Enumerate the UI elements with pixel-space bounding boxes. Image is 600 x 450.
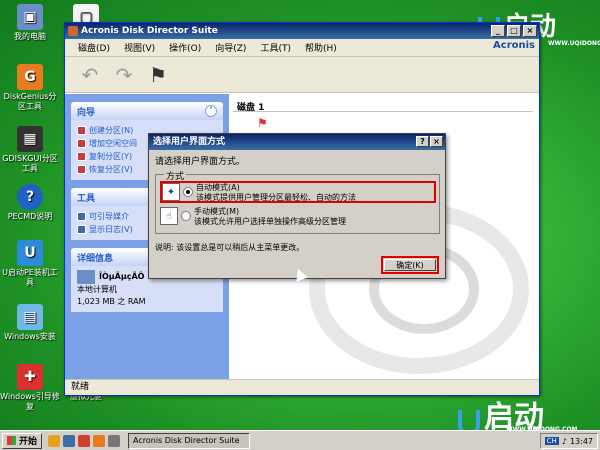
increase-space-icon bbox=[77, 139, 86, 148]
manual-mode-radio[interactable] bbox=[181, 211, 191, 221]
ok-highlight: 确定(K) bbox=[381, 256, 439, 274]
ok-button[interactable]: 确定(K) bbox=[384, 259, 436, 271]
dialog-title: 选择用户界面方式 bbox=[153, 137, 226, 147]
desktop-icon-label: 我的电脑 bbox=[14, 32, 46, 41]
windows-boot-repair-shortcut[interactable]: ✚ Windows引导修复 bbox=[0, 364, 60, 412]
tools-panel-title: 工具 bbox=[77, 193, 96, 204]
windows-flag-icon bbox=[7, 436, 16, 445]
my-computer-shortcut[interactable]: ▣ 我的电脑 bbox=[0, 4, 60, 42]
start-label: 开始 bbox=[19, 437, 38, 447]
windows-setup-icon: ▤ bbox=[17, 304, 43, 330]
computer-icon: ▣ bbox=[17, 4, 43, 30]
diskgenius-shortcut[interactable]: G DiskGenius分区工具 bbox=[0, 64, 60, 112]
task-label: 复制分区(Y) bbox=[89, 152, 133, 161]
help-button[interactable]: ? bbox=[416, 136, 429, 147]
close-button[interactable]: × bbox=[430, 136, 443, 147]
desktop-icon-label: Windows引导修复 bbox=[0, 392, 60, 411]
window-titlebar[interactable]: Acronis Disk Director Suite _ □ × bbox=[65, 23, 539, 39]
computer-type: 本地计算机 bbox=[77, 285, 117, 294]
taskbar-app-button[interactable]: Acronis Disk Director Suite bbox=[128, 432, 251, 449]
desktop-icon-label: Windows安装 bbox=[4, 332, 56, 341]
menu-view[interactable]: 视图(V) bbox=[119, 41, 160, 54]
uqidong-pe-shortcut[interactable]: U U启动PE装机工具 bbox=[0, 240, 60, 288]
minimize-button[interactable]: _ bbox=[491, 25, 505, 37]
computer-name: ÎÒµÄµçÄÔ bbox=[99, 272, 145, 281]
ram-info: 1,023 MB 之 RAM bbox=[77, 297, 146, 306]
gdiskgui-icon: ▦ bbox=[17, 126, 43, 152]
manual-mode-title: 手动模式(M) bbox=[194, 207, 240, 216]
auto-mode-icon: ✦ bbox=[162, 183, 180, 201]
disk-flag-icon: ⚑ bbox=[257, 116, 268, 130]
computer-icon bbox=[77, 270, 95, 284]
task-label: 创建分区(N) bbox=[89, 126, 134, 135]
pecmd-shortcut[interactable]: ? PECMD说明 bbox=[0, 184, 60, 222]
input-language[interactable]: CH bbox=[544, 437, 559, 445]
task-label: 恢复分区(V) bbox=[89, 165, 133, 174]
commit-flag-icon[interactable]: ⚑ bbox=[147, 64, 169, 86]
desktop-icon-label: U启动PE装机工具 bbox=[2, 268, 58, 287]
close-button[interactable]: × bbox=[523, 25, 537, 37]
desktop-icon-label: DiskGenius分区工具 bbox=[3, 92, 57, 111]
first-aid-icon: ✚ bbox=[17, 364, 43, 390]
bootable-media-icon bbox=[77, 212, 86, 221]
taskbar: 开始 Acronis Disk Director Suite CH ♪ 13:4… bbox=[0, 430, 600, 450]
copy-partition-icon bbox=[77, 152, 86, 161]
brand-url-top: WWW.UQIDONG.COM bbox=[548, 40, 600, 47]
diskgenius-icon[interactable] bbox=[93, 434, 106, 447]
menu-help[interactable]: 帮助(H) bbox=[300, 41, 342, 54]
toolbar: ↶ ↷ ⚑ bbox=[65, 57, 539, 93]
details-panel-title: 详细信息 bbox=[77, 253, 114, 264]
diskgenius-icon: G bbox=[17, 64, 43, 90]
maximize-button[interactable]: □ bbox=[507, 25, 521, 37]
task-label: 显示日志(V) bbox=[89, 225, 133, 234]
status-bar: 就绪 bbox=[65, 379, 539, 395]
auto-mode-title: 自动模式(A) bbox=[196, 183, 240, 192]
disk-tool-icon[interactable] bbox=[78, 434, 91, 447]
divider bbox=[233, 111, 533, 112]
ui-mode-dialog: 选择用户界面方式 ? × 请选择用户界面方式。 方式 ✦ 自动模式(A) 该模式… bbox=[148, 133, 446, 279]
drive-icon[interactable] bbox=[108, 434, 121, 447]
task-label: 可引导媒介 bbox=[89, 212, 129, 221]
speaker-icon[interactable]: ♪ bbox=[562, 437, 567, 446]
manual-mode-desc: 该模式允许用户选择单独操作高级分区管理 bbox=[194, 217, 346, 226]
help-icon: ? bbox=[17, 184, 43, 210]
auto-mode-option[interactable]: ✦ 自动模式(A) 该模式提供用户管理分区最轻松、自动的方法 bbox=[160, 181, 436, 203]
windows-install-shortcut[interactable]: ▤ Windows安装 bbox=[0, 304, 60, 342]
menu-tools[interactable]: 工具(T) bbox=[255, 41, 296, 54]
recover-partition-icon bbox=[77, 165, 86, 174]
wizard-panel-title: 向导 bbox=[77, 107, 96, 118]
clock: 13:47 bbox=[569, 436, 593, 446]
mode-group: 方式 ✦ 自动模式(A) 该模式提供用户管理分区最轻松、自动的方法 ☝ 手动模式… bbox=[155, 169, 440, 234]
dialog-prompt: 请选择用户界面方式。 bbox=[155, 157, 246, 167]
start-button[interactable]: 开始 bbox=[2, 432, 43, 449]
create-partition-icon bbox=[77, 126, 86, 135]
manual-mode-icon: ☝ bbox=[160, 207, 178, 225]
dialog-note: 说明: 该设置总是可以稍后从主菜单更改。 bbox=[155, 243, 305, 252]
dialog-titlebar[interactable]: 选择用户界面方式 ? × bbox=[149, 134, 445, 150]
auto-mode-radio[interactable] bbox=[183, 187, 193, 197]
menu-bar: 磁盘(D) 视图(V) 操作(O) 向导(Z) 工具(T) 帮助(H) Acro… bbox=[65, 39, 539, 57]
collapse-icon[interactable]: ˄ bbox=[205, 105, 217, 117]
manual-mode-option[interactable]: ☝ 手动模式(M) 该模式允许用户选择单独操作高级分区管理 bbox=[160, 207, 436, 229]
wizard-panel-header[interactable]: 向导 ˄ bbox=[71, 102, 223, 120]
quick-launch bbox=[48, 434, 121, 447]
menu-operation[interactable]: 操作(O) bbox=[164, 41, 206, 54]
u-logo-icon: U bbox=[17, 240, 43, 266]
explorer-icon[interactable] bbox=[63, 434, 76, 447]
gdiskgui-shortcut[interactable]: ▦ GDISKGUI分区工具 bbox=[0, 126, 60, 174]
task-label: 增加空闲空间 bbox=[89, 139, 137, 148]
app-icon bbox=[68, 26, 78, 36]
menu-disk[interactable]: 磁盘(D) bbox=[73, 41, 115, 54]
window-title: Acronis Disk Director Suite bbox=[81, 26, 218, 36]
desktop-icon-label: GDISKGUI分区工具 bbox=[2, 154, 58, 173]
folder-icon[interactable] bbox=[48, 434, 61, 447]
undo-icon[interactable]: ↶ bbox=[79, 64, 101, 86]
log-icon bbox=[77, 225, 86, 234]
auto-mode-desc: 该模式提供用户管理分区最轻松、自动的方法 bbox=[196, 193, 356, 202]
redo-icon[interactable]: ↷ bbox=[113, 64, 135, 86]
desktop-icon-label: PECMD说明 bbox=[7, 212, 53, 221]
system-tray: CH ♪ 13:47 bbox=[539, 433, 598, 449]
menu-wizard[interactable]: 向导(Z) bbox=[210, 41, 251, 54]
acronis-logo: Acronis bbox=[493, 40, 535, 51]
